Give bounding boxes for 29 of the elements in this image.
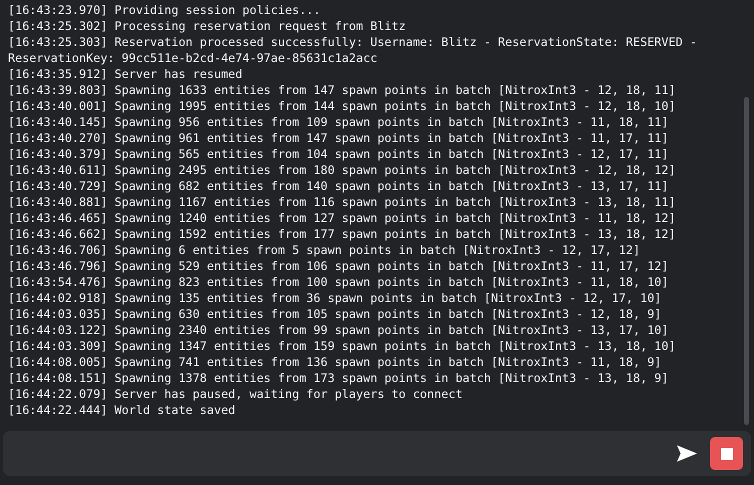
log-line: [16:43:40.001] Spawning 1995 entities from 144 spawn points in batch [NitroxInt3 - 12, 18, 10] (8, 98, 677, 114)
log-line: [16:43:25.303] Reservation processed successfully: Username: Blitz - ReservationState: RESERVED - ReservationKey: 99cc511e-b2cd-4e74-97ae-85631c1a2acc (8, 34, 698, 66)
log-line: [16:43:40.881] Spawning 1167 entities from 116 spawn points in batch [NitroxInt3 - 13, 18, 11] (8, 194, 677, 210)
log-line: [16:44:22.079] Server has paused, waiting for players to connect (8, 386, 464, 402)
log-line: [16:43:40.379] Spawning 565 entities from 104 spawn points in batch [NitroxInt3 - 12, 17, 11] (8, 146, 670, 162)
log-line: [16:44:02.918] Spawning 135 entities from 36 spawn points in batch [NitroxInt3 - 12, 17, 10] (8, 290, 662, 306)
log-line: [16:44:08.151] Spawning 1378 entities from 173 spawn points in batch [NitroxInt3 - 13, 18, 9] (8, 370, 670, 386)
log-line: [16:44:03.309] Spawning 1347 entities from 159 spawn points in batch [NitroxInt3 - 13, 18, 10] (8, 338, 677, 354)
log-line: [16:43:46.662] Spawning 1592 entities from 177 spawn points in batch [NitroxInt3 - 13, 18, 12] (8, 226, 677, 242)
log-line: [16:43:40.270] Spawning 961 entities from 147 spawn points in batch [NitroxInt3 - 11, 17, 11] (8, 130, 670, 146)
log-line: [16:43:25.302] Processing reservation request from Blitz (8, 18, 407, 34)
log-line: [16:43:46.465] Spawning 1240 entities from 127 spawn points in batch [NitroxInt3 - 11, 18, 12] (8, 210, 677, 226)
log-line: [16:43:46.796] Spawning 529 entities from 106 spawn points in batch [NitroxInt3 - 11, 17, 12] (8, 258, 670, 274)
send-icon[interactable] (676, 444, 698, 463)
log-line: [16:43:23.970] Providing session policies... (8, 2, 322, 18)
log-line: [16:43:40.145] Spawning 956 entities from 109 spawn points in batch [NitroxInt3 - 11, 18, 11] (8, 114, 670, 130)
log-line: [16:44:03.122] Spawning 2340 entities from 99 spawn points in batch [NitroxInt3 - 13, 17, 10] (8, 322, 670, 338)
log-line: [16:43:40.611] Spawning 2495 entities from 180 spawn points in batch [NitroxInt3 - 12, 18, 12] (8, 162, 677, 178)
stop-button[interactable] (710, 437, 743, 470)
log-line: [16:43:39.803] Spawning 1633 entities from 147 spawn points in batch [NitroxInt3 - 12, 18, 11] (8, 82, 677, 98)
log-line: [16:43:46.706] Spawning 6 entities from 5 spawn points in batch [NitroxInt3 - 12, 17, 12] (8, 242, 642, 258)
scrollbar-thumb[interactable] (744, 97, 749, 425)
log-line: [16:43:35.912] Server has resumed (8, 66, 244, 82)
log-line: [16:44:22.444] World state saved (8, 402, 236, 418)
log-line: [16:44:03.035] Spawning 630 entities from 105 spawn points in batch [NitroxInt3 - 12, 18, 9] (8, 306, 662, 322)
log-line: [16:43:40.729] Spawning 682 entities from 140 spawn points in batch [NitroxInt3 - 13, 17, 11] (8, 178, 670, 194)
log-line: [16:44:08.005] Spawning 741 entities from 136 spawn points in batch [NitroxInt3 - 11, 18, 9] (8, 354, 662, 370)
command-input-field[interactable] (3, 431, 751, 476)
log-line: [16:43:54.476] Spawning 823 entities from 100 spawn points in batch [NitroxInt3 - 11, 18, 10] (8, 274, 670, 290)
